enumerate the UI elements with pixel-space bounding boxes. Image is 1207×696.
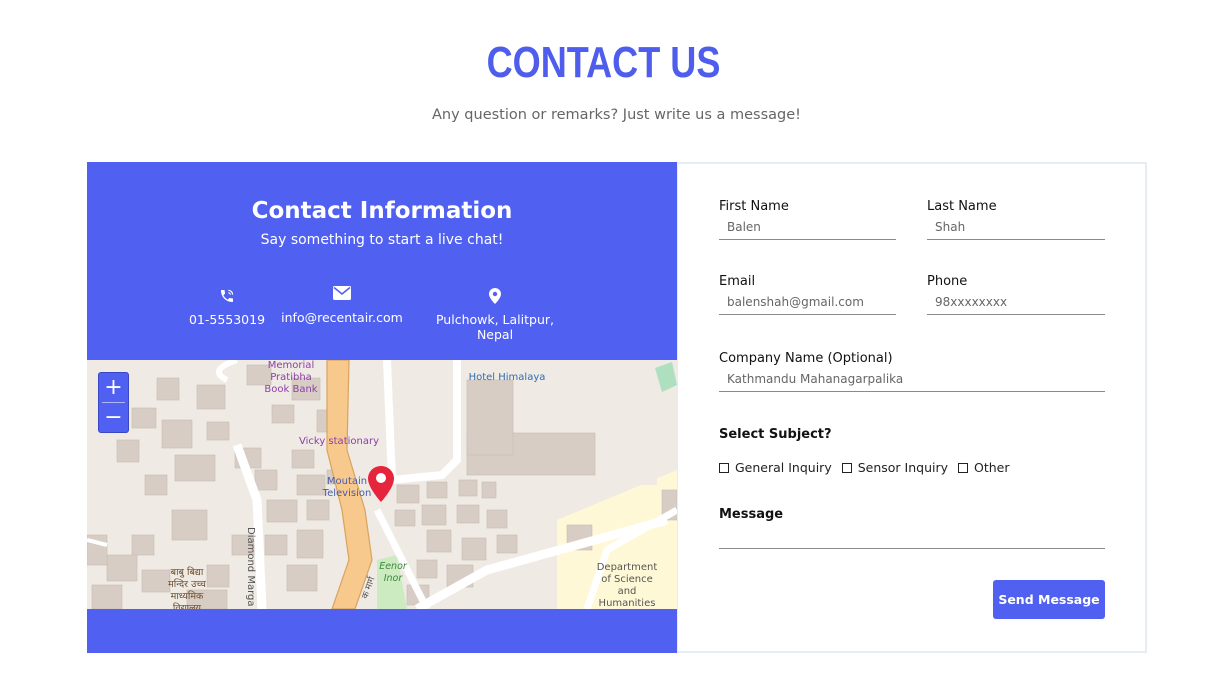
subject-option-other[interactable]: Other — [958, 460, 1010, 475]
map-label-hotel: Hotel Himalaya — [468, 372, 546, 383]
map-zoom-control: + − — [98, 372, 129, 433]
subject-option-label: Sensor Inquiry — [857, 460, 949, 475]
email-group: Email — [719, 274, 896, 315]
subject-option-label: General Inquiry — [735, 460, 832, 475]
subject-title: Select Subject? — [719, 427, 832, 442]
contact-address[interactable]: Pulchowk, Lalitpur, Nepal — [420, 288, 570, 342]
subject-option-label: Other — [974, 460, 1010, 475]
contact-info-panel: Contact Information Say something to sta… — [87, 162, 677, 653]
subject-option-general[interactable]: General Inquiry — [719, 460, 832, 475]
company-group: Company Name (Optional) — [719, 351, 1105, 392]
envelope-icon — [277, 286, 407, 304]
first-name-group: First Name — [719, 199, 896, 240]
zoom-in-button[interactable]: + — [99, 373, 128, 402]
first-name-label: First Name — [719, 199, 789, 214]
last-name-group: Last Name — [927, 199, 1105, 240]
map-label-school: बाबु बिद्या मन्दिर उच्च माध्यमिक विद्याल… — [168, 567, 206, 609]
message-field[interactable] — [719, 528, 1105, 549]
page-title: CONTACT US — [486, 38, 721, 87]
phone-field[interactable] — [927, 291, 1105, 315]
send-message-button[interactable]: Send Message — [993, 580, 1105, 619]
contact-info-title: Contact Information — [251, 198, 513, 224]
last-name-field[interactable] — [927, 216, 1105, 240]
page-subtitle: Any question or remarks? Just write us a… — [432, 107, 801, 123]
company-field[interactable] — [719, 368, 1105, 392]
contact-info-subtitle: Say something to start a live chat! — [260, 232, 504, 248]
company-label: Company Name (Optional) — [719, 351, 893, 366]
zoom-out-button[interactable]: − — [99, 403, 128, 432]
contact-address-text: Pulchowk, Lalitpur, Nepal — [435, 312, 554, 342]
phone-icon — [185, 288, 269, 306]
last-name-label: Last Name — [927, 199, 997, 214]
checkbox[interactable] — [958, 462, 969, 473]
first-name-field[interactable] — [719, 216, 896, 240]
subject-options: General Inquiry Sensor Inquiry Other — [719, 460, 1010, 475]
contact-email[interactable]: info@recentair.com — [277, 286, 407, 325]
map-label-eenor: Eenor Inor — [379, 561, 407, 584]
contact-form: First Name Last Name Email Phone Company… — [677, 162, 1147, 653]
subject-option-sensor[interactable]: Sensor Inquiry — [841, 460, 949, 475]
checkbox[interactable] — [841, 462, 852, 473]
email-label: Email — [719, 274, 756, 289]
map-label-memorial: Memorial Pratibha Book Bank — [264, 360, 318, 395]
map-label-moutain: Moutain Television — [322, 476, 372, 499]
email-field[interactable] — [719, 291, 896, 315]
location-map[interactable]: Memorial Pratibha Book Bank Vicky statio… — [87, 360, 677, 609]
checkbox[interactable] — [719, 462, 729, 473]
contact-phone[interactable]: 01-5553019 — [185, 288, 269, 327]
phone-label: Phone — [927, 274, 968, 289]
contact-phone-text: 01-5553019 — [188, 312, 266, 327]
map-pin-icon — [420, 288, 570, 306]
contact-email-text: info@recentair.com — [281, 310, 403, 325]
message-label: Message — [719, 507, 784, 522]
map-label-diamond: Diamond Marga — [245, 527, 256, 607]
map-label-vicky: Vicky stationary — [299, 436, 379, 447]
map-label-department: Department of Science and Humanities — [596, 562, 658, 609]
phone-group: Phone — [927, 274, 1105, 315]
